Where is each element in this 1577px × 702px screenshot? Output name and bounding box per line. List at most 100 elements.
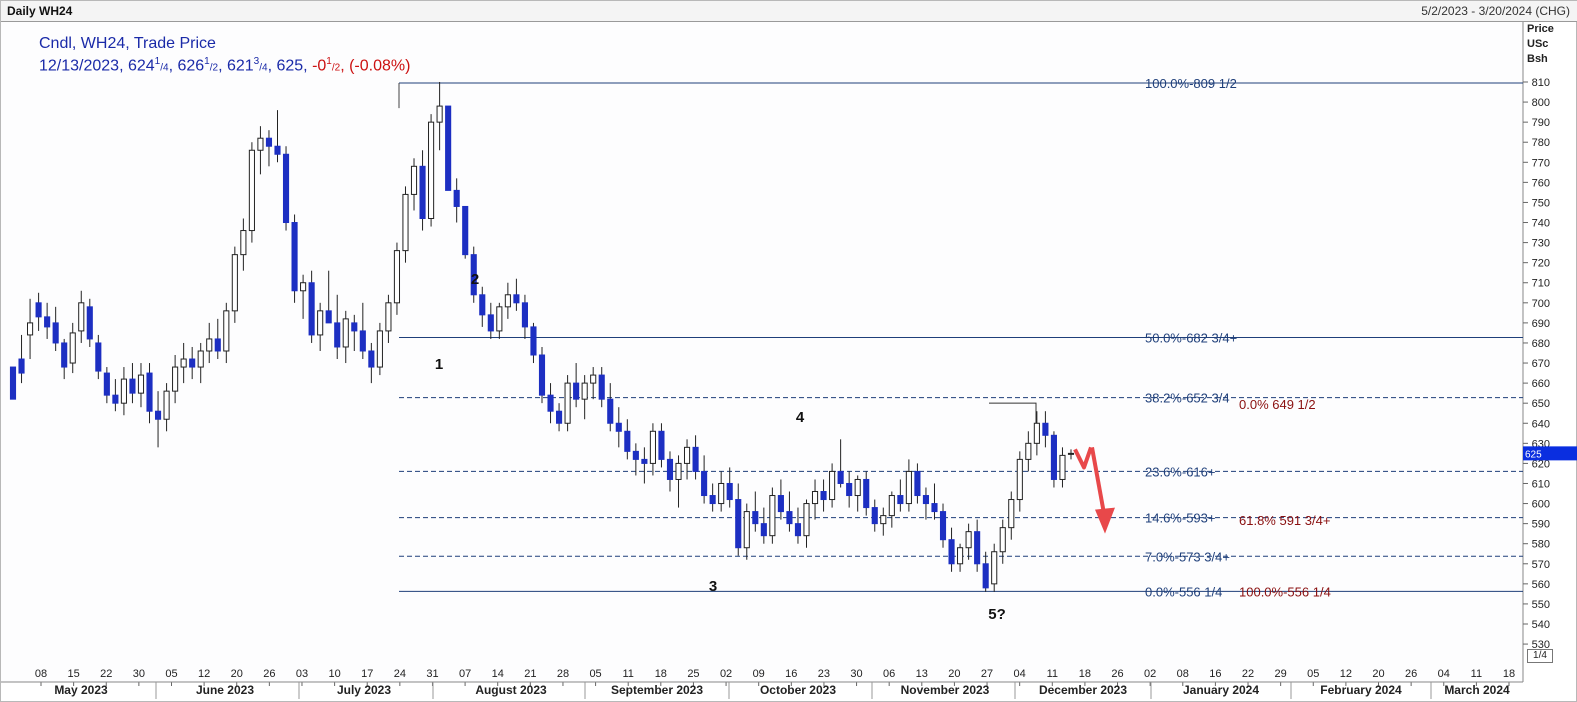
x-tick-label: 04 xyxy=(1438,668,1450,680)
candle-body xyxy=(914,470,921,497)
candle-body xyxy=(965,531,972,549)
y-tick-label: 610 xyxy=(1532,478,1550,490)
fib-level-label: 38.2%-652 3/4 xyxy=(1145,391,1230,406)
candle-body xyxy=(197,350,204,368)
candle-body xyxy=(530,326,537,356)
candle-body xyxy=(794,523,802,537)
candle-body xyxy=(325,310,332,324)
y-tick-label: 800 xyxy=(1532,97,1550,109)
candle-body xyxy=(564,382,571,424)
candle-body xyxy=(683,446,691,464)
x-tick-label: 29 xyxy=(1275,668,1287,680)
candle-body xyxy=(44,316,51,328)
legend-ohlc-open: 12/13/2023, 624 xyxy=(39,57,155,75)
x-tick-label: 22 xyxy=(100,668,112,680)
candle-body xyxy=(163,390,170,420)
chart-title-bar: Daily WH24 5/2/2023 - 3/20/2024 (CHG) xyxy=(1,1,1577,22)
axis-header-currency: USc xyxy=(1527,38,1549,50)
x-tick-label: 05 xyxy=(1307,668,1319,680)
candle-body xyxy=(1059,454,1066,480)
y-tick-label: 580 xyxy=(1532,539,1550,551)
x-tick-label: 18 xyxy=(655,668,667,680)
candle-body xyxy=(752,511,759,525)
y-tick-label: 650 xyxy=(1532,398,1550,410)
legend-ohlc-low: , 621 xyxy=(218,57,254,75)
candle-body xyxy=(948,539,955,565)
candlestick-chart[interactable]: 5305405505605705805906006106206306406506… xyxy=(1,22,1577,702)
candle-body xyxy=(402,193,409,252)
candle-body xyxy=(871,507,878,525)
candle-body xyxy=(820,491,827,501)
candle-body xyxy=(231,254,238,312)
x-tick-label: 12 xyxy=(198,668,210,680)
candle-body xyxy=(837,470,844,484)
candle-body xyxy=(428,121,435,220)
candle-body xyxy=(658,430,665,460)
plot-area[interactable]: 530 540 550 560 570 580 590 600 610 620 630 640 650 6… xyxy=(1,22,1577,699)
candle-body xyxy=(863,478,870,509)
candle-body xyxy=(521,302,528,328)
x-tick-label: 21 xyxy=(524,668,536,680)
candle-body xyxy=(999,527,1006,553)
fib-extension-label: 100.0%-556 1/4 xyxy=(1239,584,1331,599)
candle-body xyxy=(445,105,452,191)
candle-body xyxy=(939,511,947,541)
x-tick-label: 30 xyxy=(850,668,862,680)
candle-body xyxy=(811,491,819,505)
candle-body xyxy=(786,511,793,525)
candle-body xyxy=(931,503,938,513)
date-range: 5/2/2023 - 3/20/2024 (CHG) xyxy=(1421,4,1570,18)
candle-body xyxy=(453,189,460,207)
y-tick-label: 770 xyxy=(1532,157,1550,169)
candle-body xyxy=(829,470,836,501)
candle-body xyxy=(615,422,622,432)
candle-body xyxy=(146,372,153,412)
month-label: January 2024 xyxy=(1183,683,1259,697)
projection-arrow-line xyxy=(1090,446,1106,514)
candle-body xyxy=(880,515,887,525)
candle-body xyxy=(743,511,750,549)
candle-body xyxy=(504,294,511,308)
candle-body xyxy=(334,322,341,348)
y-tick-label: 550 xyxy=(1532,599,1550,611)
legend-change: -0 xyxy=(312,57,327,75)
month-label: September 2023 xyxy=(611,683,703,697)
x-tick-label: 17 xyxy=(361,668,373,680)
x-tick-label: 02 xyxy=(1144,668,1156,680)
candle-body xyxy=(957,547,964,565)
candle-body xyxy=(632,450,639,460)
candle-body xyxy=(300,282,307,292)
y-tick-label: 680 xyxy=(1532,338,1550,350)
candle-body xyxy=(718,482,725,505)
axis-header-price: Price xyxy=(1527,23,1554,35)
x-tick-label: 20 xyxy=(231,668,243,680)
x-tick-label: 08 xyxy=(35,668,47,680)
candle-body xyxy=(18,358,25,374)
candle-body xyxy=(1025,442,1032,460)
candle-body xyxy=(735,499,742,549)
y-tick-label: 810 xyxy=(1532,77,1550,89)
y-tick-label: 740 xyxy=(1532,218,1550,230)
candle-body xyxy=(547,394,554,412)
candle-body xyxy=(777,495,784,513)
candle-body xyxy=(769,495,776,537)
candle-body xyxy=(95,342,102,372)
x-tick-label: 15 xyxy=(67,668,79,680)
candle-body xyxy=(385,302,392,332)
candle-body xyxy=(649,430,656,464)
x-tick-label: 11 xyxy=(1047,668,1058,680)
candle-body xyxy=(27,322,34,336)
candle-body xyxy=(274,145,281,155)
candle-body xyxy=(922,495,930,505)
month-label: May 2023 xyxy=(54,683,108,697)
candle-body xyxy=(9,366,17,400)
page-indicator[interactable]: 1/4 xyxy=(1527,649,1553,663)
legend-ohlc: 12/13/2023, 6241/4, 6261/2, 6213/4, 625,… xyxy=(39,56,410,75)
candle-body xyxy=(496,306,503,332)
fib-level-label: 7.0%-573 3/4+ xyxy=(1145,549,1230,564)
x-tick-label: 07 xyxy=(459,668,471,680)
y-tick-label: 590 xyxy=(1532,519,1550,531)
candle-body xyxy=(666,458,674,480)
fib-extension-label: 61.8% 591 3/4+ xyxy=(1239,513,1330,528)
candle-body xyxy=(487,314,494,332)
